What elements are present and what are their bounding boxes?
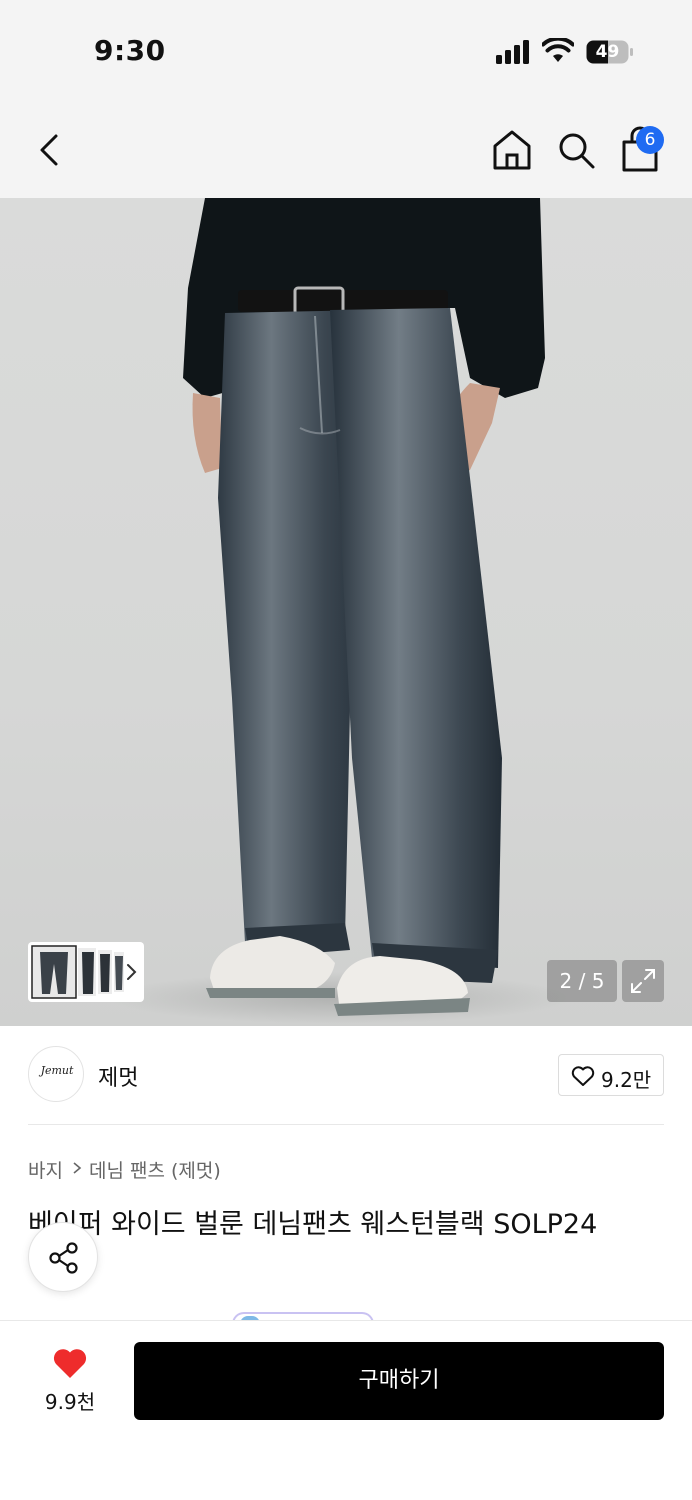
breadcrumb-item-pants[interactable]: 바지: [28, 1156, 63, 1183]
brand-like-count: 9.2만: [601, 1068, 652, 1092]
chevron-left-icon[interactable]: [32, 130, 68, 170]
chevron-right-icon: [127, 964, 137, 980]
wish-count: 9.9천: [44, 1390, 96, 1414]
image-page-indicator: 2 / 5: [547, 960, 617, 1002]
thumbnail-strip[interactable]: [28, 942, 144, 1002]
breadcrumb-item-denim-pants[interactable]: 데님 팬츠 (제멋): [89, 1156, 221, 1183]
cart-count-badge: 6: [636, 126, 664, 154]
top-navigation-bar: [0, 100, 692, 198]
brand-logo-text: Jemut: [40, 1064, 74, 1077]
cellular-signal-icon: [496, 40, 529, 64]
share-icon: [49, 1242, 78, 1274]
product-image[interactable]: [0, 198, 692, 1026]
breadcrumb: 바지 데님 팬츠 (제멋): [28, 1156, 221, 1183]
wifi-icon: [542, 38, 574, 62]
battery-icon: 49: [586, 40, 634, 64]
expand-icon: [631, 969, 655, 993]
product-title: 베이퍼 와이드 벌룬 데님팬츠 웨스턴블랙 SOLP24: [28, 1209, 598, 1240]
chevron-right-icon: [73, 1162, 82, 1174]
status-bar: 9:30 49: [0, 0, 692, 100]
section-divider: [28, 1124, 664, 1125]
status-time: 9:30: [94, 34, 166, 67]
product-photo-jeans: [110, 198, 570, 1024]
brand-logo[interactable]: Jemut: [28, 1046, 84, 1102]
brand-name[interactable]: 제멋: [98, 1060, 138, 1092]
heart-filled-icon[interactable]: [52, 1346, 88, 1380]
share-button[interactable]: [28, 1222, 98, 1292]
heart-outline-icon: [571, 1066, 595, 1086]
expand-image-button[interactable]: [622, 960, 664, 1002]
search-icon[interactable]: [556, 130, 596, 170]
buy-button[interactable]: 구매하기: [134, 1342, 664, 1420]
brand-like-button[interactable]: 9.2만: [558, 1054, 664, 1096]
battery-level: 49: [595, 42, 620, 62]
home-icon[interactable]: [492, 128, 532, 172]
